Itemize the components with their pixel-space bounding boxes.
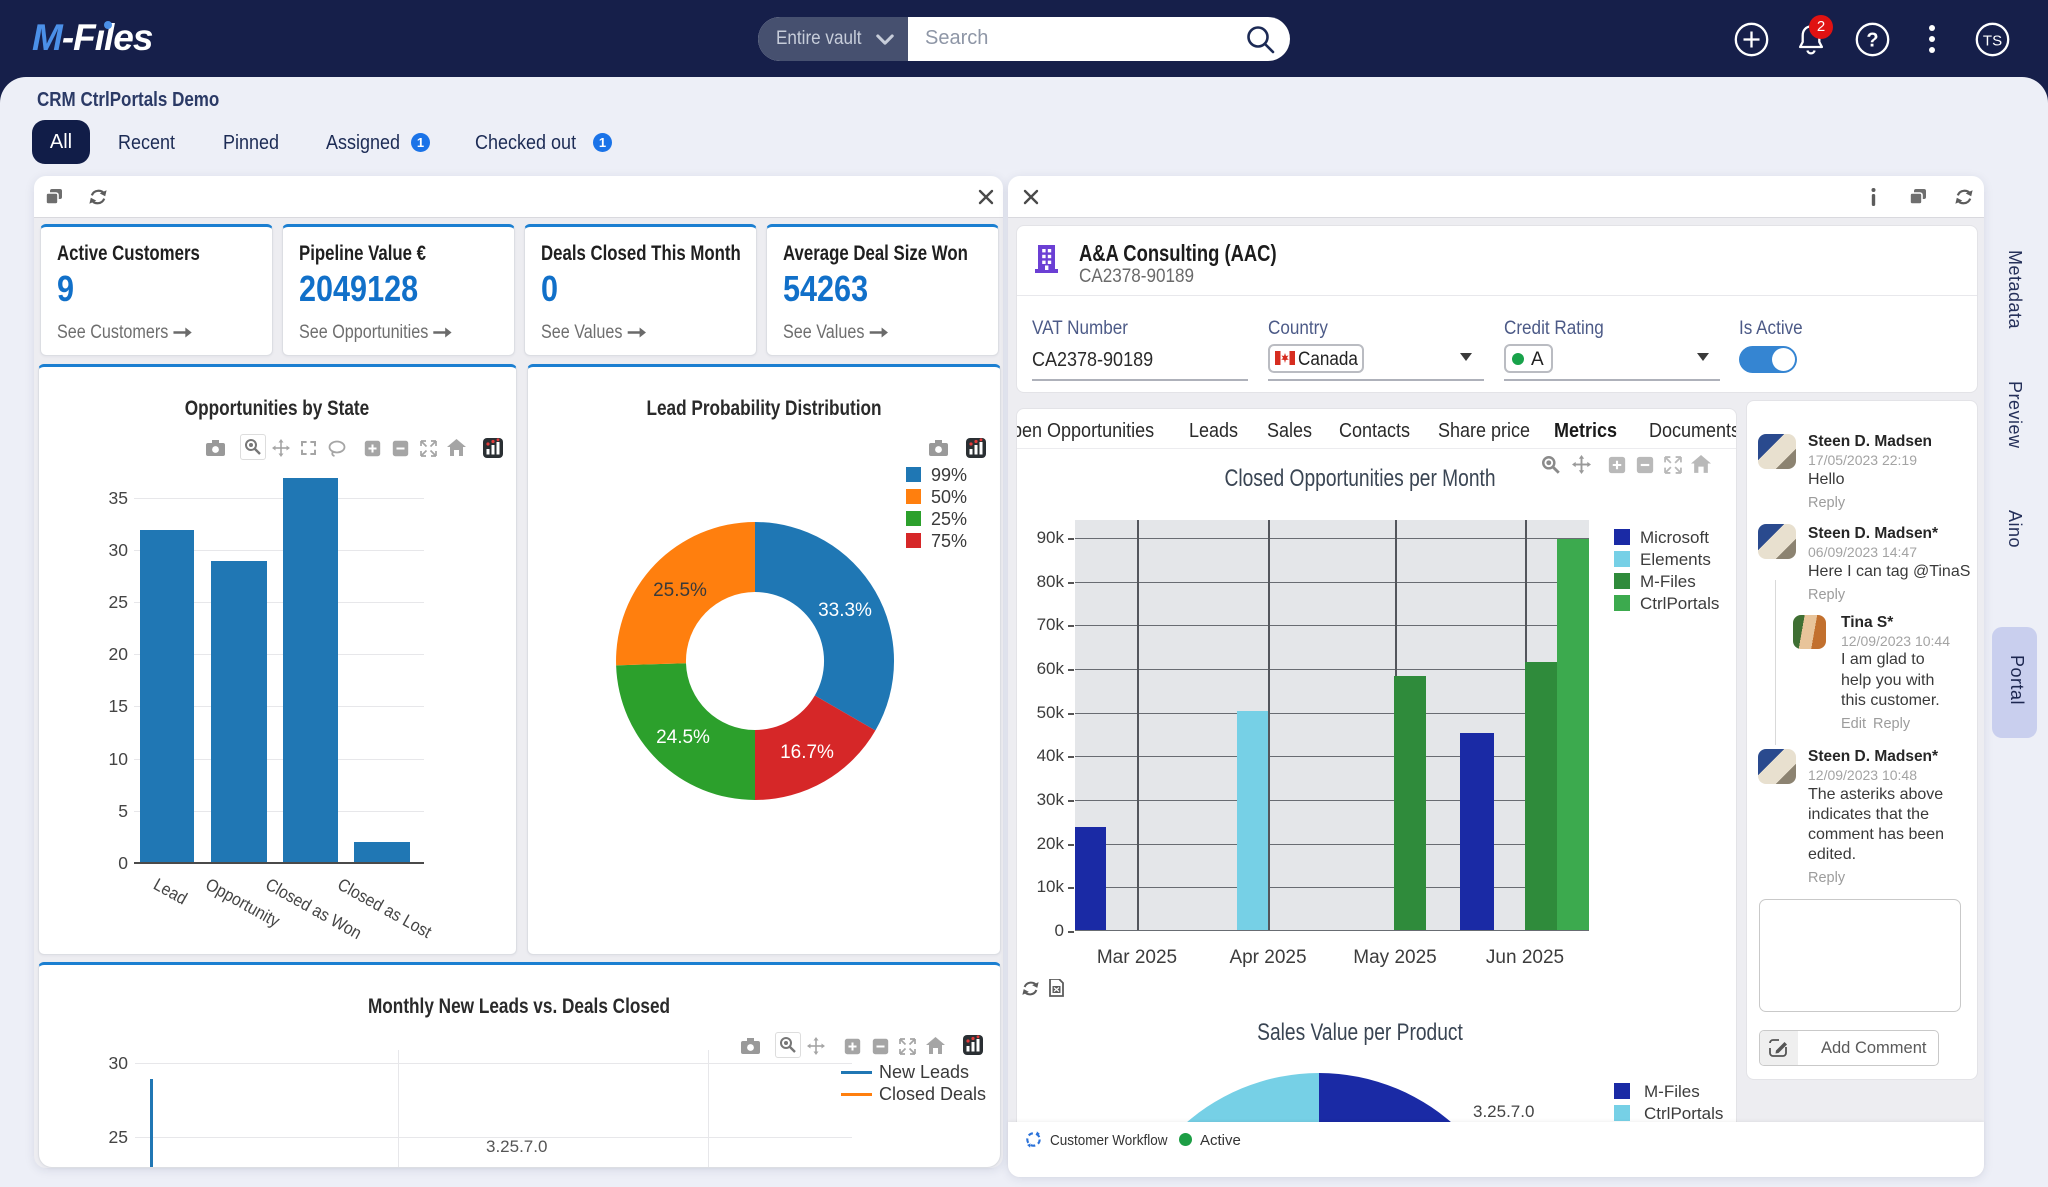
svg-text:25.5%: 25.5% <box>653 580 707 601</box>
svg-text:24.5%: 24.5% <box>656 727 710 748</box>
svg-text:?: ? <box>1866 30 1878 52</box>
svg-text:16.7%: 16.7% <box>780 742 834 763</box>
svg-text:33.3%: 33.3% <box>818 600 872 621</box>
svg-text:TS: TS <box>1983 33 2002 50</box>
